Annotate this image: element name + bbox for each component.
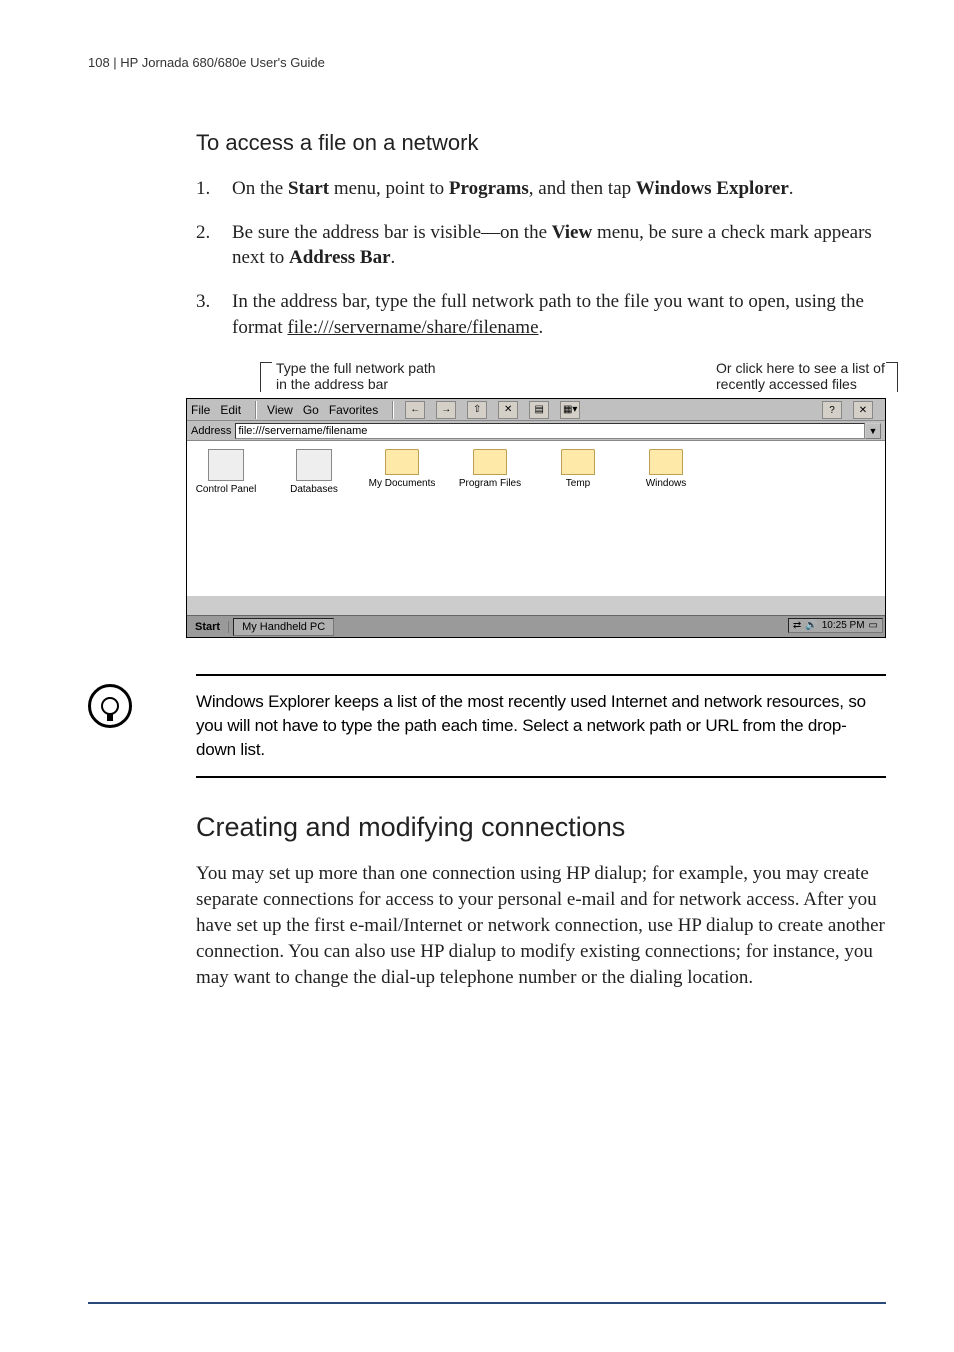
- system-tray[interactable]: ⇄ 🔊 10:25 PM ▭: [788, 618, 883, 633]
- list-item[interactable]: Windows: [631, 449, 701, 588]
- step-num: 3.: [196, 289, 210, 315]
- list-item[interactable]: Control Panel: [191, 449, 261, 588]
- lightbulb-icon: [88, 684, 132, 728]
- menu-file[interactable]: File: [191, 403, 210, 417]
- callout-bracket: [260, 362, 272, 392]
- address-dropdown-icon[interactable]: ▼: [865, 423, 881, 439]
- screenshot-figure: Type the full network path in the addres…: [186, 360, 886, 638]
- address-input[interactable]: [235, 423, 865, 439]
- menu-favorites[interactable]: Favorites: [329, 403, 378, 417]
- tip-box: Windows Explorer keeps a list of the mos…: [88, 674, 886, 777]
- menu-view[interactable]: View: [267, 403, 293, 417]
- step-text: On the: [232, 178, 288, 199]
- body-paragraph: You may set up more than one connection …: [196, 861, 886, 992]
- tray-network-icon: ⇄: [793, 620, 801, 631]
- help-icon[interactable]: ?: [822, 401, 842, 419]
- properties-icon[interactable]: ▤: [529, 401, 549, 419]
- taskbar: Start My Handheld PC ⇄ 🔊 10:25 PM ▭: [187, 615, 885, 637]
- step-1: 1. On the Start menu, point to Programs,…: [232, 176, 886, 202]
- b: Programs: [449, 178, 529, 199]
- back-icon[interactable]: ←: [405, 401, 425, 419]
- delete-icon[interactable]: ✕: [498, 401, 518, 419]
- page-header: 108 | HP Jornada 680/680e User's Guide: [88, 55, 886, 70]
- up-icon[interactable]: ⇧: [467, 401, 487, 419]
- taskbar-app-button[interactable]: My Handheld PC: [233, 618, 334, 636]
- step-num: 1.: [196, 176, 210, 202]
- step-text: Be sure the address bar is visible—on th…: [232, 222, 552, 243]
- file-list: Control Panel Databases My Documents Pro…: [187, 441, 885, 596]
- address-label: Address: [191, 425, 231, 437]
- control-panel-icon: [208, 449, 244, 481]
- callout-left-l2: in the address bar: [276, 376, 388, 392]
- steps-list: 1. On the Start menu, point to Programs,…: [196, 176, 886, 340]
- callout-left-l1: Type the full network path: [276, 360, 436, 376]
- b: Windows Explorer: [636, 178, 789, 199]
- tray-clock: 10:25 PM: [822, 620, 865, 631]
- step-3: 3. In the address bar, type the full net…: [232, 289, 886, 340]
- start-button[interactable]: Start: [187, 621, 229, 633]
- callout-right-l1: Or click here to see a list of: [716, 360, 885, 376]
- path-example: file:///servername/share/filename: [287, 317, 538, 338]
- callout-right-l2: recently accessed files: [716, 376, 857, 392]
- databases-icon: [296, 449, 332, 481]
- folder-icon: [473, 449, 507, 475]
- footer-rule: [88, 1302, 886, 1304]
- step-num: 2.: [196, 220, 210, 246]
- tip-text: Windows Explorer keeps a list of the mos…: [196, 674, 886, 777]
- tray-desktop-icon: ▭: [869, 620, 878, 631]
- section-heading: To access a file on a network: [196, 130, 886, 156]
- folder-icon: [649, 449, 683, 475]
- menu-edit[interactable]: Edit: [220, 403, 241, 417]
- list-item[interactable]: Databases: [279, 449, 349, 588]
- close-icon[interactable]: ✕: [853, 401, 873, 419]
- callout-bracket: [886, 362, 898, 392]
- b: Address Bar: [289, 247, 391, 268]
- b: View: [552, 222, 592, 243]
- views-icon[interactable]: ▦▾: [560, 401, 580, 419]
- folder-icon: [561, 449, 595, 475]
- address-bar: Address ▼: [187, 421, 885, 441]
- list-item[interactable]: My Documents: [367, 449, 437, 588]
- heading-creating-connections: Creating and modifying connections: [196, 812, 886, 843]
- b: Start: [288, 178, 329, 199]
- step-2: 2. Be sure the address bar is visible—on…: [232, 220, 886, 271]
- list-item[interactable]: Program Files: [455, 449, 525, 588]
- explorer-window: File Edit View Go Favorites ← → ⇧ ✕ ▤ ▦▾…: [186, 398, 886, 638]
- folder-icon: [385, 449, 419, 475]
- tray-volume-icon: 🔊: [805, 620, 817, 631]
- list-item[interactable]: Temp: [543, 449, 613, 588]
- menubar: File Edit View Go Favorites ← → ⇧ ✕ ▤ ▦▾…: [187, 399, 885, 421]
- forward-icon[interactable]: →: [436, 401, 456, 419]
- menu-go[interactable]: Go: [303, 403, 319, 417]
